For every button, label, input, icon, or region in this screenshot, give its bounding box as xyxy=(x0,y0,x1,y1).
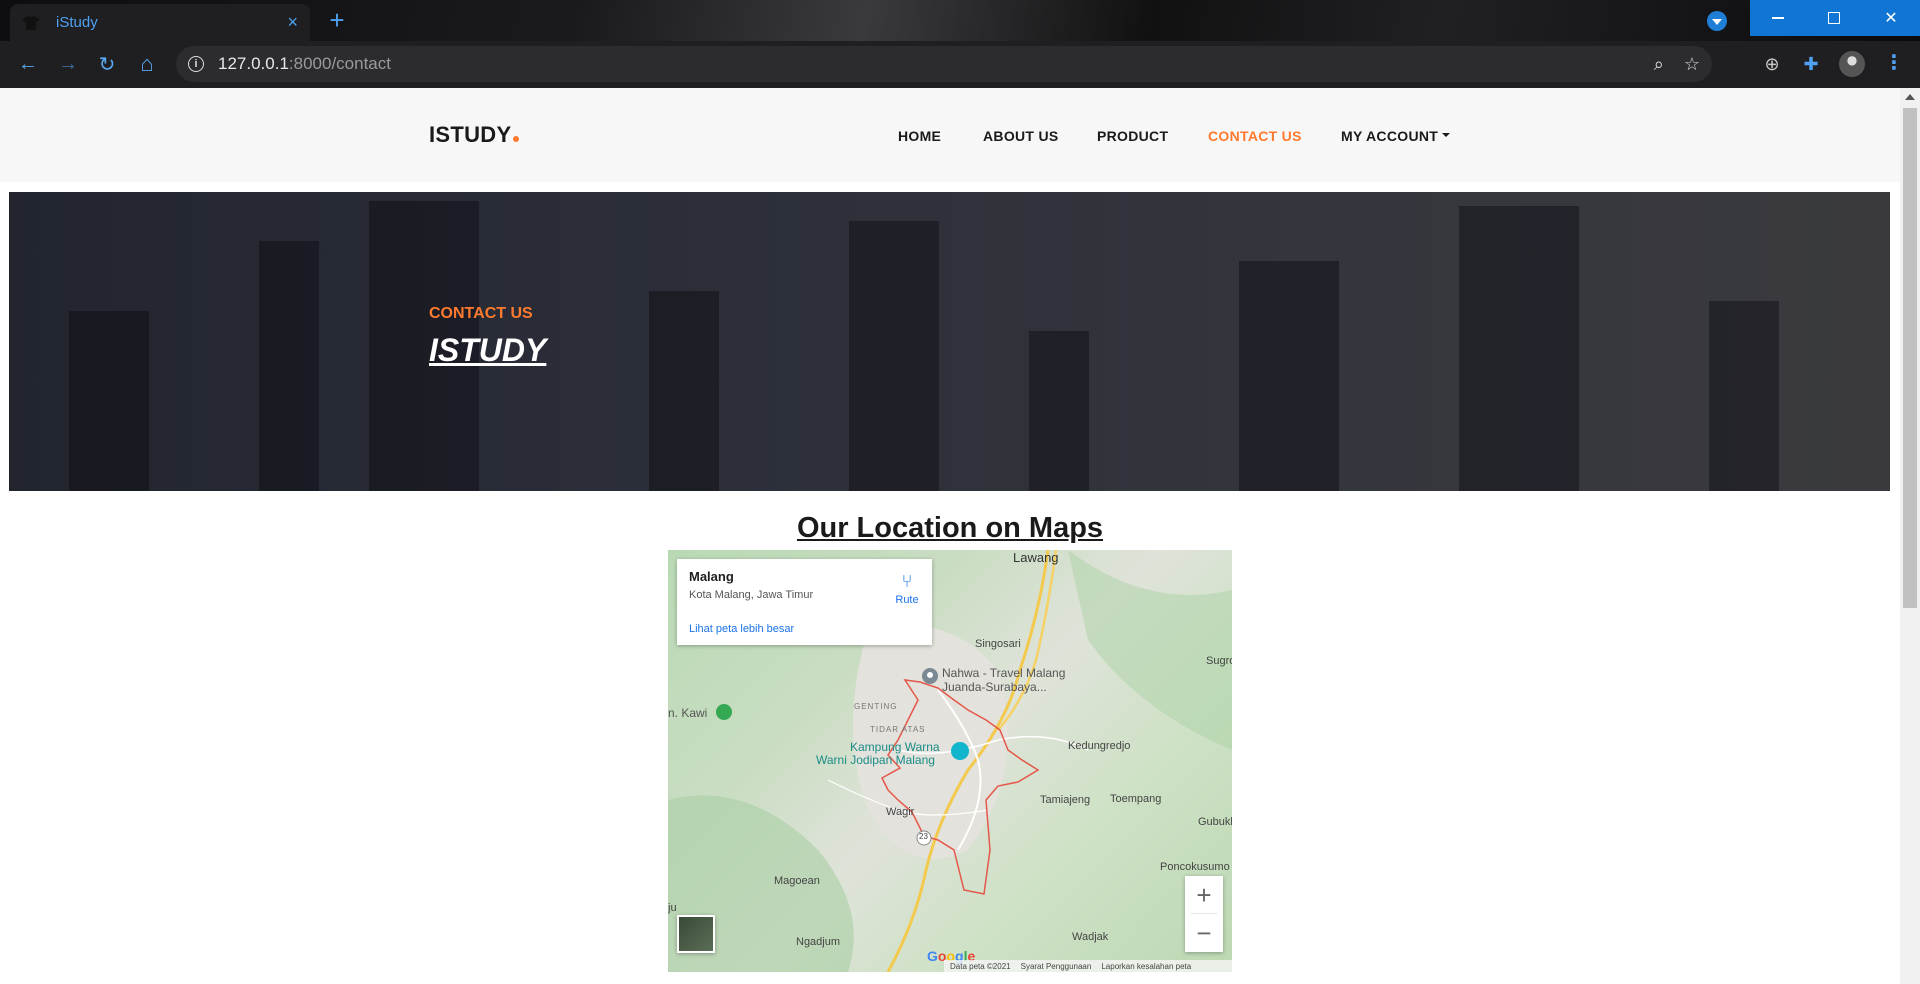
map-label: Tamiajeng xyxy=(1040,794,1091,806)
nav-home[interactable]: HOME xyxy=(898,128,941,144)
browser-tab[interactable]: iStudy × xyxy=(10,4,310,41)
map-label: Wadjak xyxy=(1072,931,1109,943)
map-label: Magoean xyxy=(774,875,820,887)
map-label: n. Kawi xyxy=(668,706,708,720)
dropdown-caret-icon xyxy=(1442,133,1451,138)
map-label: ju xyxy=(668,902,677,914)
map-report-link[interactable]: Laporkan kesalahan peta xyxy=(1101,962,1191,971)
site-header: ISTUDY HOME ABOUT US PRODUCT CONTACT US … xyxy=(0,88,1900,182)
hero-title: ISTUDY xyxy=(429,332,547,368)
place-address: Kota Malang, Jawa Timur xyxy=(689,589,814,601)
route-button[interactable]: ⑂ Rute xyxy=(889,571,925,606)
nav-my-account[interactable]: MY ACCOUNT xyxy=(1341,128,1451,144)
building-silhouette xyxy=(1709,301,1779,491)
map-label: Wagir xyxy=(886,806,915,818)
building-silhouette xyxy=(69,311,149,491)
nav-contact-us[interactable]: CONTACT US xyxy=(1208,128,1302,144)
building-silhouette xyxy=(1029,331,1089,491)
reload-icon[interactable]: ↻ xyxy=(94,51,120,77)
route-shield: 23 xyxy=(919,832,928,841)
place-name: Malang xyxy=(689,569,734,584)
nav-product[interactable]: PRODUCT xyxy=(1097,128,1168,144)
page-viewport: ISTUDY HOME ABOUT US PRODUCT CONTACT US … xyxy=(0,88,1900,984)
map-label: GENTING xyxy=(854,702,898,711)
map-label: Warni Jodipan Malang xyxy=(816,753,935,767)
zoom-icon[interactable]: ⌕ xyxy=(1654,54,1664,75)
hero-subtitle: CONTACT US xyxy=(429,305,533,322)
map-label: Kampung Warna xyxy=(850,740,940,754)
building-silhouette xyxy=(649,291,719,491)
map-label: TIDAR ATAS xyxy=(870,725,926,734)
map-heading: Our Location on Maps xyxy=(796,512,1104,544)
site-logo[interactable]: ISTUDY xyxy=(429,122,520,148)
url-path: :8000/contact xyxy=(288,54,391,73)
map-label: Ngadjum xyxy=(796,936,841,948)
route-label: Rute xyxy=(895,594,919,606)
map-label: Poncokusumo xyxy=(1160,861,1230,873)
back-icon[interactable]: ← xyxy=(15,51,41,77)
directions-icon: ⑂ xyxy=(901,571,913,591)
building-silhouette xyxy=(259,241,319,491)
window-close-button[interactable]: ✕ xyxy=(1862,0,1920,36)
bookmark-star-icon[interactable]: ☆ xyxy=(1684,54,1700,75)
site-logo-text: ISTUDY xyxy=(429,122,512,147)
satellite-layer-toggle[interactable] xyxy=(677,915,715,953)
tab-close-icon[interactable]: × xyxy=(287,12,298,33)
scroll-up-arrow-icon[interactable] xyxy=(1905,94,1915,100)
hero-banner: CONTACT US ISTUDY xyxy=(9,192,1890,491)
map-attribution: Data peta ©2021 Syarat Penggunaan Lapork… xyxy=(944,960,1232,972)
map-label: Gubukk xyxy=(1198,816,1232,828)
site-info-icon[interactable]: i xyxy=(188,56,204,72)
url-host: 127.0.0.1 xyxy=(218,54,289,73)
map-info-card: Malang Kota Malang, Jawa Timur Lihat pet… xyxy=(677,559,932,645)
tab-title: iStudy xyxy=(56,14,98,31)
browser-toolbar: ← → ↻ ⌂ i 127.0.0.1:8000/contact ⌕ ☆ xyxy=(0,41,1920,88)
window-restore-button[interactable] xyxy=(1806,0,1862,36)
profile-avatar[interactable] xyxy=(1839,51,1865,77)
map-zoom-controls: + − xyxy=(1185,876,1223,952)
map-terms-link[interactable]: Syarat Penggunaan xyxy=(1021,962,1092,971)
map-label: Singosari xyxy=(975,638,1021,650)
map-label: Nahwa - Travel Malang xyxy=(942,666,1066,680)
extensions-puzzle-icon[interactable]: ✚ xyxy=(1799,52,1823,76)
scrollbar-thumb[interactable] xyxy=(1903,108,1917,608)
building-silhouette xyxy=(849,221,939,491)
map-label: Sugro xyxy=(1206,655,1232,667)
zoom-in-button[interactable]: + xyxy=(1185,876,1223,914)
map-data-credit: Data peta ©2021 xyxy=(950,961,1011,971)
zoom-out-button[interactable]: − xyxy=(1185,914,1223,952)
home-icon[interactable]: ⌂ xyxy=(134,51,160,77)
map-label: Juanda-Surabaya... xyxy=(942,680,1047,694)
map-label: Toempang xyxy=(1110,793,1162,805)
tab-search-icon[interactable] xyxy=(1707,11,1727,31)
window-minimize-button[interactable] xyxy=(1750,0,1806,36)
globe-extension-icon[interactable]: ⊕ xyxy=(1760,52,1784,76)
building-silhouette xyxy=(1239,261,1339,491)
new-tab-button[interactable]: + xyxy=(324,7,350,34)
building-silhouette xyxy=(1459,206,1579,491)
map-label: Lawang xyxy=(1013,550,1059,565)
browser-titlebar: iStudy × + ✕ xyxy=(0,0,1920,41)
logo-dot xyxy=(513,136,520,142)
larger-map-link[interactable]: Lihat peta lebih besar xyxy=(689,623,794,635)
address-bar[interactable]: i 127.0.0.1:8000/contact ⌕ ☆ xyxy=(176,46,1712,82)
browser-menu-icon[interactable]: ⋮ xyxy=(1884,50,1904,75)
map-label: Kedungredjo xyxy=(1068,740,1131,752)
forward-icon[interactable]: → xyxy=(55,51,81,77)
nav-my-account-label: MY ACCOUNT xyxy=(1341,128,1439,144)
nav-about-us[interactable]: ABOUT US xyxy=(983,128,1059,144)
google-map-embed[interactable]: Malang Kota Malang, Jawa Timur Lihat pet… xyxy=(668,550,1232,972)
tshirt-favicon-icon xyxy=(22,15,40,30)
